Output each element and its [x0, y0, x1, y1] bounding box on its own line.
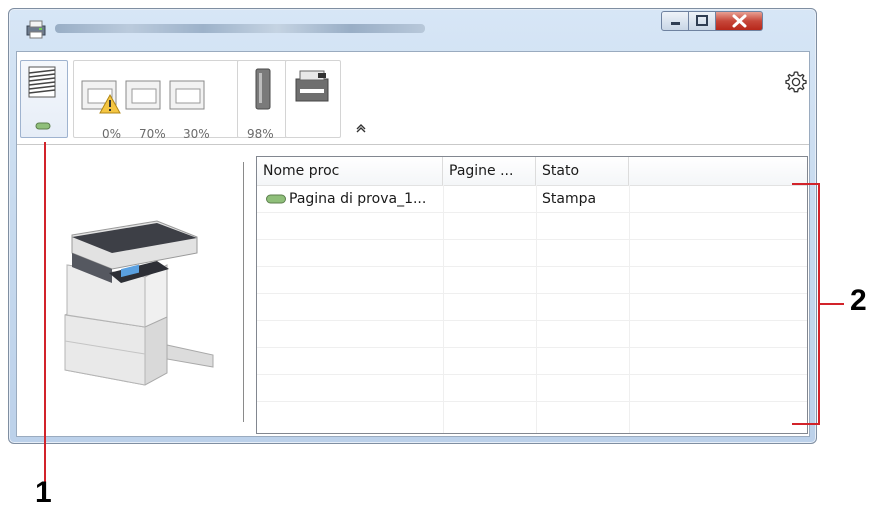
row-divider [257, 347, 807, 348]
callout-2-label: 2 [850, 284, 867, 317]
paper-level-tab[interactable]: 0% 70% 30% [73, 60, 239, 141]
maximize-icon [696, 15, 708, 26]
job-list-icon [28, 66, 56, 130]
device-icon [295, 70, 329, 102]
close-icon [732, 14, 747, 28]
column-header-pages[interactable]: Pagine ... [443, 157, 536, 185]
status-monitor-window: 0% 70% 30% 98% Nome proc Pagine ... Stat… [8, 8, 817, 444]
job-list-table: Nome proc Pagine ... Stato Pagina di pro… [256, 156, 808, 434]
paper-tray-icon [81, 80, 205, 114]
column-divider [629, 185, 630, 433]
status-toolbar: 0% 70% 30% 98% [17, 52, 809, 145]
callout-1-label: 1 [35, 476, 52, 509]
device-tab[interactable] [285, 60, 341, 138]
paper-level-1: 0% [102, 127, 122, 141]
close-button[interactable] [716, 11, 763, 31]
callout-1-line [44, 142, 46, 482]
pane-divider[interactable] [243, 162, 244, 422]
paper-level-3: 30% [183, 127, 210, 141]
title-bar[interactable] [9, 9, 816, 49]
job-name-cell: Pagina di prova_1... [289, 191, 427, 207]
table-row[interactable]: Pagina di prova_1... Stampa [257, 186, 807, 212]
column-divider [536, 185, 537, 433]
toner-level: 98% [247, 127, 274, 141]
row-divider [257, 266, 807, 267]
row-divider [257, 293, 807, 294]
callout-2-bracket [792, 183, 820, 425]
toner-icon [255, 68, 271, 110]
status-indicator-icon [35, 122, 51, 130]
column-divider [443, 185, 444, 433]
table-header: Nome proc Pagine ... Stato [257, 157, 807, 186]
job-status-cell: Stampa [542, 191, 597, 207]
minimize-icon [671, 22, 680, 25]
job-list-tab[interactable] [20, 60, 68, 138]
printer-image [64, 220, 214, 386]
toner-level-tab[interactable]: 98% [237, 60, 287, 141]
chevron-up-icon[interactable] [355, 122, 367, 134]
job-status-icon [266, 194, 286, 204]
printer-app-icon [26, 20, 46, 39]
maximize-button[interactable] [689, 11, 716, 31]
column-header-name[interactable]: Nome proc [257, 157, 443, 185]
callout-2-line [820, 303, 844, 305]
window-title-redacted [55, 24, 425, 33]
paper-level-2: 70% [139, 127, 166, 141]
row-divider [257, 212, 807, 213]
column-header-status[interactable]: Stato [536, 157, 629, 185]
settings-gear-icon[interactable] [784, 70, 808, 94]
device-preview-pane [17, 145, 243, 436]
client-area: 0% 70% 30% 98% Nome proc Pagine ... Stat… [16, 51, 810, 437]
row-divider [257, 320, 807, 321]
minimize-button[interactable] [661, 11, 689, 31]
row-divider [257, 401, 807, 402]
row-divider [257, 374, 807, 375]
row-divider [257, 239, 807, 240]
